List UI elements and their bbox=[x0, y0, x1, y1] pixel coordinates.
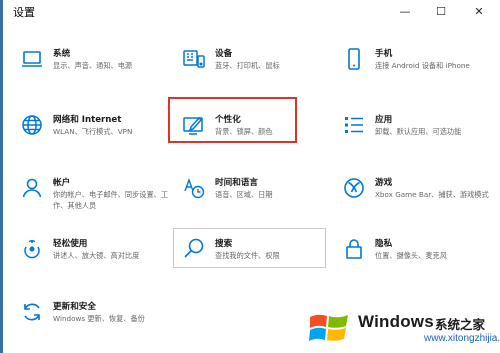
settings-item-update-security[interactable]: 更新和安全 Windows 更新、恢复、备份 bbox=[20, 300, 160, 344]
maximize-button[interactable]: ☐ bbox=[426, 0, 456, 22]
watermark-brand: Windows bbox=[358, 312, 434, 331]
item-subtitle: 语音、区域、日期 bbox=[215, 190, 273, 199]
personalization-highlight-box bbox=[168, 97, 297, 143]
watermark: Windows 系统之家 www.xitongzhijia.net bbox=[306, 303, 500, 353]
settings-item-system[interactable]: 系统 显示、声音、通知、电源 bbox=[20, 47, 160, 91]
ease-of-access-icon bbox=[20, 237, 44, 261]
item-subtitle: 位置、摄像头、麦克风 bbox=[375, 251, 447, 260]
item-subtitle: Xbox Game Bar、捕获、游戏模式 bbox=[375, 190, 489, 199]
title-bar: 设置 — ☐ ✕ bbox=[3, 0, 500, 22]
item-title: 帐户 bbox=[53, 178, 71, 188]
item-title: 搜索 bbox=[215, 239, 233, 249]
minimize-button[interactable]: — bbox=[390, 0, 420, 22]
settings-item-apps[interactable]: 应用 卸载、默认应用、可选功能 bbox=[342, 113, 482, 157]
search-icon bbox=[182, 237, 206, 261]
devices-icon bbox=[182, 47, 206, 71]
windows-logo-icon bbox=[308, 308, 350, 346]
item-title: 时间和语言 bbox=[215, 178, 258, 188]
update-icon bbox=[20, 300, 44, 324]
item-title: 应用 bbox=[375, 115, 393, 125]
settings-item-network[interactable]: 网络和 Internet WLAN、飞行模式、VPN bbox=[20, 113, 160, 157]
item-subtitle: 卸载、默认应用、可选功能 bbox=[375, 127, 462, 136]
item-title: 网络和 Internet bbox=[53, 115, 122, 125]
lock-icon bbox=[342, 237, 366, 261]
item-subtitle: Windows 更新、恢复、备份 bbox=[53, 314, 145, 323]
apps-list-icon bbox=[342, 113, 366, 137]
item-title: 手机 bbox=[375, 49, 393, 59]
item-subtitle: 查找我的文件、权限 bbox=[215, 251, 280, 260]
watermark-url: www.xitongzhijia.net bbox=[424, 333, 500, 344]
settings-window: 设置 — ☐ ✕ 系统 显示、声音、通知、电源 设备 蓝牙、打印机、鼠标 手机 … bbox=[0, 0, 500, 353]
laptop-icon bbox=[20, 47, 44, 71]
xbox-icon bbox=[342, 176, 366, 200]
time-language-icon bbox=[182, 176, 206, 200]
settings-item-accounts[interactable]: 帐户 你的帐户、电子邮件、同步设置、工作、其他人员 bbox=[20, 176, 168, 220]
settings-item-phone[interactable]: 手机 连接 Android 设备和 iPhone bbox=[342, 47, 482, 91]
settings-item-time-language[interactable]: 时间和语言 语音、区域、日期 bbox=[182, 176, 322, 220]
window-title: 设置 bbox=[13, 6, 35, 19]
watermark-site-name: 系统之家 bbox=[435, 317, 486, 332]
settings-item-ease-of-access[interactable]: 轻松使用 讲述人、放大镜、高对比度 bbox=[20, 237, 160, 281]
item-title: 游戏 bbox=[375, 178, 393, 188]
settings-item-privacy[interactable]: 隐私 位置、摄像头、麦克风 bbox=[342, 237, 482, 281]
settings-item-gaming[interactable]: 游戏 Xbox Game Bar、捕获、游戏模式 bbox=[342, 176, 489, 220]
item-subtitle: 你的帐户、电子邮件、同步设置、工作、其他人员 bbox=[53, 190, 169, 210]
item-title: 系统 bbox=[53, 49, 71, 59]
window-left-edge bbox=[0, 0, 3, 353]
globe-icon bbox=[20, 113, 44, 137]
item-subtitle: WLAN、飞行模式、VPN bbox=[53, 127, 133, 136]
item-subtitle: 连接 Android 设备和 iPhone bbox=[375, 61, 470, 70]
item-title: 更新和安全 bbox=[53, 302, 96, 312]
account-icon bbox=[20, 176, 44, 200]
close-button[interactable]: ✕ bbox=[464, 0, 494, 22]
item-subtitle: 讲述人、放大镜、高对比度 bbox=[53, 251, 140, 260]
settings-item-devices[interactable]: 设备 蓝牙、打印机、鼠标 bbox=[182, 47, 322, 91]
item-subtitle: 显示、声音、通知、电源 bbox=[53, 61, 133, 70]
item-title: 设备 bbox=[215, 49, 233, 59]
item-title: 隐私 bbox=[375, 239, 393, 249]
settings-item-search[interactable]: 搜索 查找我的文件、权限 bbox=[182, 237, 322, 281]
item-subtitle: 蓝牙、打印机、鼠标 bbox=[215, 61, 280, 70]
item-title: 轻松使用 bbox=[53, 239, 88, 249]
phone-icon bbox=[342, 47, 366, 71]
